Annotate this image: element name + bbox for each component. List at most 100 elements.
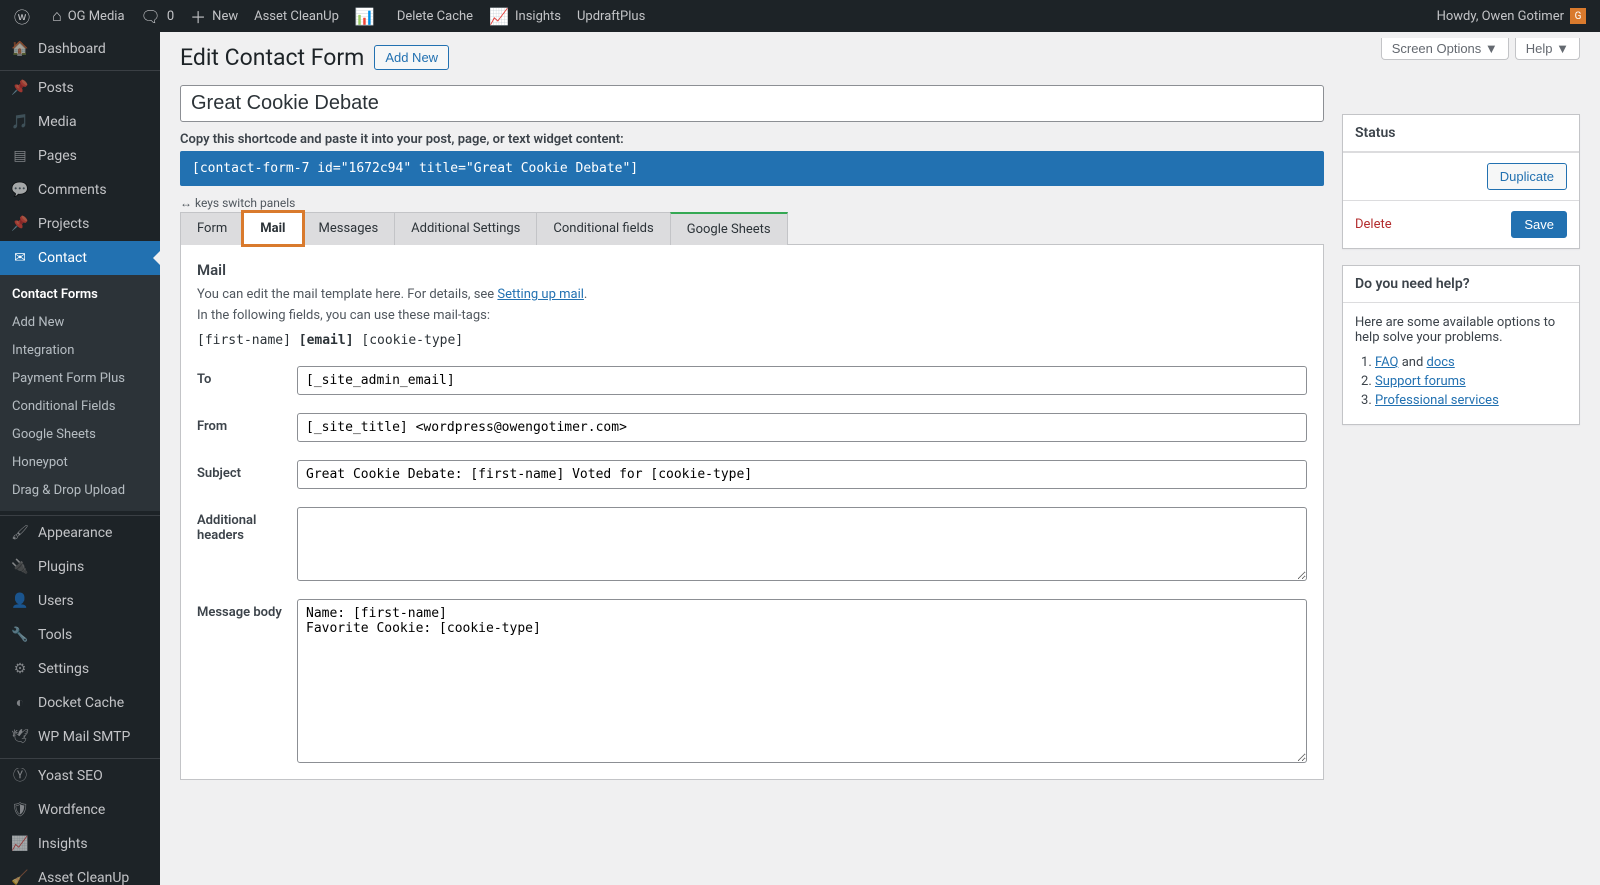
- submenu-integration[interactable]: Integration: [0, 337, 160, 365]
- label-message-body: Message body: [197, 599, 297, 620]
- menu-contact[interactable]: ✉Contact: [0, 241, 160, 275]
- support-forums-link[interactable]: Support forums: [1375, 374, 1466, 389]
- tab-form[interactable]: Form: [180, 212, 244, 245]
- textarea-message-body[interactable]: Name: [first-name] Favorite Cookie: [coo…: [297, 599, 1307, 763]
- duplicate-button[interactable]: Duplicate: [1487, 163, 1567, 190]
- status-title: Status: [1343, 115, 1579, 152]
- submenu-contact: Contact Forms Add New Integration Paymen…: [0, 275, 160, 511]
- tab-google-sheets[interactable]: Google Sheets: [670, 212, 788, 245]
- setting-up-mail-link[interactable]: Setting up mail: [497, 287, 583, 302]
- textarea-additional-headers[interactable]: [297, 507, 1307, 581]
- menu-pages[interactable]: ▤Pages: [0, 139, 160, 173]
- mail-heading: Mail: [197, 261, 1307, 279]
- admin-sidebar: 🏠Dashboard 📌Posts 🎵Media ▤Pages 💬Comment…: [0, 32, 160, 885]
- input-subject[interactable]: [297, 460, 1307, 489]
- submenu-conditional-fields[interactable]: Conditional Fields: [0, 393, 160, 421]
- pin-icon: 📌: [10, 79, 30, 97]
- submenu-google-sheets[interactable]: Google Sheets: [0, 421, 160, 449]
- comments-count: 0: [167, 9, 174, 24]
- label-to: To: [197, 366, 297, 387]
- faq-link[interactable]: FAQ: [1375, 355, 1398, 370]
- submenu-honeypot[interactable]: Honeypot: [0, 449, 160, 477]
- new-label: New: [212, 9, 238, 24]
- menu-dashboard[interactable]: 🏠Dashboard: [0, 32, 160, 66]
- menu-wp-mail-smtp[interactable]: 🕊WP Mail SMTP: [0, 720, 160, 754]
- mail-icon: ✉: [10, 249, 30, 267]
- mail-tags: [first-name] [email] [cookie-type]: [197, 333, 1307, 348]
- add-new-button[interactable]: Add New: [374, 45, 449, 70]
- my-account[interactable]: Howdy, Owen Gotimer G: [1429, 0, 1594, 32]
- wrench-icon: 🔧: [10, 626, 30, 644]
- menu-users[interactable]: 👤Users: [0, 584, 160, 618]
- howdy-text: Howdy, Owen Gotimer: [1437, 9, 1564, 24]
- menu-settings[interactable]: ⚙Settings: [0, 652, 160, 686]
- wp-logo[interactable]: ⓦ: [6, 0, 44, 32]
- menu-yoast[interactable]: ⓎYoast SEO: [0, 759, 160, 793]
- chart-icon: 📈: [10, 835, 30, 853]
- professional-services-link[interactable]: Professional services: [1375, 393, 1499, 408]
- menu-comments[interactable]: 💬Comments: [0, 173, 160, 207]
- brush-icon: 🖌: [10, 524, 30, 542]
- shortcode-label: Copy this shortcode and paste it into yo…: [180, 132, 1324, 147]
- menu-asset-cleanup[interactable]: 🧹Asset CleanUp: [0, 861, 160, 885]
- label-additional-headers: Additional headers: [197, 507, 297, 543]
- tab-mail[interactable]: Mail: [243, 212, 302, 245]
- status-postbox: Status Duplicate Delete Save: [1342, 114, 1580, 249]
- input-from[interactable]: [297, 413, 1307, 442]
- tab-conditional-fields[interactable]: Conditional fields: [536, 212, 670, 245]
- screen-options-button[interactable]: Screen Options ▼: [1381, 38, 1509, 60]
- menu-projects[interactable]: 📌Projects: [0, 207, 160, 241]
- site-name[interactable]: ⌂OG Media: [44, 0, 133, 32]
- label-subject: Subject: [197, 460, 297, 481]
- ab-insights[interactable]: 📈Insights: [481, 0, 569, 32]
- menu-tools[interactable]: 🔧Tools: [0, 618, 160, 652]
- yoast-icon: Ⓨ: [10, 767, 30, 785]
- menu-appearance[interactable]: 🖌Appearance: [0, 516, 160, 550]
- ab-delete-cache[interactable]: Delete Cache: [389, 0, 481, 32]
- user-icon: 👤: [10, 592, 30, 610]
- admin-toolbar: ⓦ ⌂OG Media 🗨0 ＋New Asset CleanUp 📊 Dele…: [0, 0, 1600, 32]
- gauge-icon: 🏠: [10, 40, 30, 58]
- input-to[interactable]: [297, 366, 1307, 395]
- page-icon: ▤: [10, 147, 30, 165]
- comments-bubble[interactable]: 🗨0: [133, 0, 183, 32]
- plug-icon: 🔌: [10, 558, 30, 576]
- form-title-input[interactable]: [180, 85, 1324, 122]
- submenu-contact-forms[interactable]: Contact Forms: [0, 281, 160, 309]
- menu-docket-cache[interactable]: ◐Docket Cache: [0, 686, 160, 720]
- ab-analytics-icon[interactable]: 📊: [347, 0, 389, 32]
- comment-icon: 💬: [10, 181, 30, 199]
- submenu-payment-form-plus[interactable]: Payment Form Plus: [0, 365, 160, 393]
- menu-plugins[interactable]: 🔌Plugins: [0, 550, 160, 584]
- keys-hint: ↔ keys switch panels: [180, 196, 1324, 210]
- ab-updraft[interactable]: UpdraftPlus: [569, 0, 653, 32]
- panel-tabs: Form Mail Messages Additional Settings C…: [180, 212, 1324, 245]
- media-icon: 🎵: [10, 113, 30, 131]
- save-button[interactable]: Save: [1511, 211, 1567, 238]
- content-area: Screen Options ▼ Help ▼ Edit Contact For…: [160, 32, 1600, 885]
- mail-desc1: You can edit the mail template here. For…: [197, 287, 497, 302]
- tab-additional-settings[interactable]: Additional Settings: [394, 212, 537, 245]
- menu-insights[interactable]: 📈Insights: [0, 827, 160, 861]
- mail-panel: Mail You can edit the mail template here…: [180, 244, 1324, 780]
- sliders-icon: ⚙: [10, 660, 30, 678]
- new-content[interactable]: ＋New: [182, 0, 246, 32]
- page-title: Edit Contact Form: [180, 44, 364, 71]
- ab-asset-cleanup[interactable]: Asset CleanUp: [246, 0, 347, 32]
- circle-icon: ◐: [10, 694, 30, 712]
- menu-posts[interactable]: 📌Posts: [0, 71, 160, 105]
- help-title: Do you need help?: [1343, 266, 1579, 303]
- menu-media[interactable]: 🎵Media: [0, 105, 160, 139]
- label-from: From: [197, 413, 297, 434]
- submenu-drag-drop-upload[interactable]: Drag & Drop Upload: [0, 477, 160, 505]
- shortcode-box[interactable]: [contact-form-7 id="1672c94" title="Grea…: [180, 151, 1324, 186]
- menu-wordfence[interactable]: 🛡Wordfence: [0, 793, 160, 827]
- mail-desc2: In the following fields, you can use the…: [197, 308, 490, 323]
- broom-icon: 🧹: [10, 869, 30, 885]
- bird-icon: 🕊: [10, 728, 30, 746]
- help-button[interactable]: Help ▼: [1515, 38, 1580, 60]
- tab-messages[interactable]: Messages: [302, 212, 396, 245]
- submenu-add-new[interactable]: Add New: [0, 309, 160, 337]
- delete-link[interactable]: Delete: [1355, 217, 1392, 232]
- docs-link[interactable]: docs: [1427, 355, 1455, 370]
